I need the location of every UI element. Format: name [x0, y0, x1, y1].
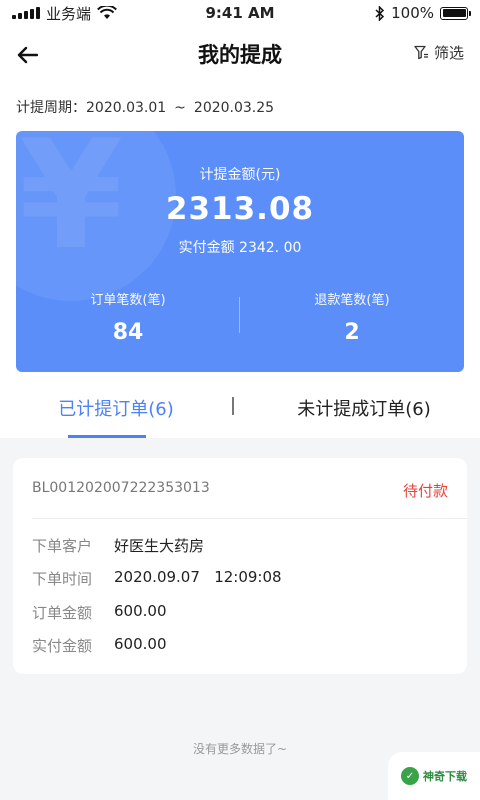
order-row-key: 下单时间 — [32, 570, 93, 588]
nav-bar: 我的提成 筛选 — [0, 26, 480, 82]
period-start: 2020.03.01 — [86, 100, 167, 116]
carrier-name: 业务端 — [46, 4, 92, 23]
site-watermark: ✓ 神奇下载 — [388, 752, 480, 800]
order-row-time: 下单时间 2020.09.07 12:09:08 — [32, 568, 282, 589]
commission-summary-card: ¥ 计提金额(元) 2313.08 实付金额 2342. 00 订单笔数(笔) … — [16, 131, 464, 372]
commission-amount-label: 计提金额(元) — [199, 167, 281, 183]
order-row-amount: 订单金额 600.00 — [32, 602, 167, 623]
battery-icon — [440, 6, 471, 20]
order-card[interactable]: BL001202007222353013 待付款 下单客户 好医生大药房 下单时… — [13, 458, 467, 674]
filter-icon — [414, 45, 428, 60]
refund-count-label: 退款笔数(笔) — [314, 293, 390, 308]
filter-button[interactable]: 筛选 — [414, 42, 464, 63]
actual-paid-amount: 实付金额 2342. 00 — [178, 240, 302, 256]
wifi-icon — [97, 6, 117, 19]
watermark-logo-icon: ✓ — [401, 767, 419, 785]
order-status-badge: 待付款 — [402, 482, 448, 500]
order-number: BL001202007222353013 — [32, 480, 210, 496]
tab-separator — [232, 397, 234, 415]
active-tab-indicator — [68, 435, 146, 438]
status-right: 100% — [375, 4, 471, 22]
order-card-divider — [32, 518, 467, 519]
commission-period: 计提周期：2020.03.01 ~2020.03.25 — [16, 97, 274, 117]
refund-count-stat: 退款笔数(笔) 2 — [240, 289, 464, 345]
status-bar: 业务端 9:41 AM 100% — [0, 0, 480, 26]
order-row-value: 600.00 — [114, 635, 167, 653]
tab-uncommissioned-orders[interactable]: 未计提成订单(6) — [248, 395, 480, 421]
watermark-text: 神奇下载 — [423, 770, 467, 783]
order-row-key: 订单金额 — [32, 604, 93, 622]
order-row-key: 实付金额 — [32, 637, 93, 655]
cellular-signal-icon — [12, 7, 40, 19]
commission-amount-value: 2313.08 — [165, 191, 315, 227]
order-row-value: 好医生大药房 — [114, 537, 205, 555]
order-count-value: 84 — [112, 320, 144, 345]
order-count-label: 订单笔数(笔) — [90, 293, 166, 308]
order-row-key: 下单客户 — [32, 537, 93, 555]
arrow-left-icon — [17, 46, 38, 64]
order-row-value: 600.00 — [114, 602, 167, 620]
battery-percent: 100% — [391, 4, 434, 22]
tab-commissioned-orders[interactable]: 已计提订单(6) — [0, 395, 232, 421]
order-row-value: 2020.09.07 12:09:08 — [114, 568, 282, 586]
back-button[interactable] — [12, 40, 42, 70]
status-left: 业务端 — [12, 3, 117, 24]
filter-label: 筛选 — [433, 44, 464, 62]
order-row-customer: 下单客户 好医生大药房 — [32, 535, 204, 556]
period-separator: ~ — [174, 100, 186, 116]
order-tabs: 已计提订单(6) 未计提成订单(6) — [0, 385, 480, 438]
order-row-paid: 实付金额 600.00 — [32, 635, 167, 656]
battery-level — [442, 9, 466, 17]
period-end: 2020.03.25 — [193, 100, 275, 116]
period-label: 计提周期： — [16, 100, 86, 116]
refund-count-value: 2 — [344, 320, 360, 345]
bluetooth-icon — [375, 5, 385, 21]
order-count-stat: 订单笔数(笔) 84 — [16, 289, 240, 345]
page-title: 我的提成 — [198, 43, 282, 67]
